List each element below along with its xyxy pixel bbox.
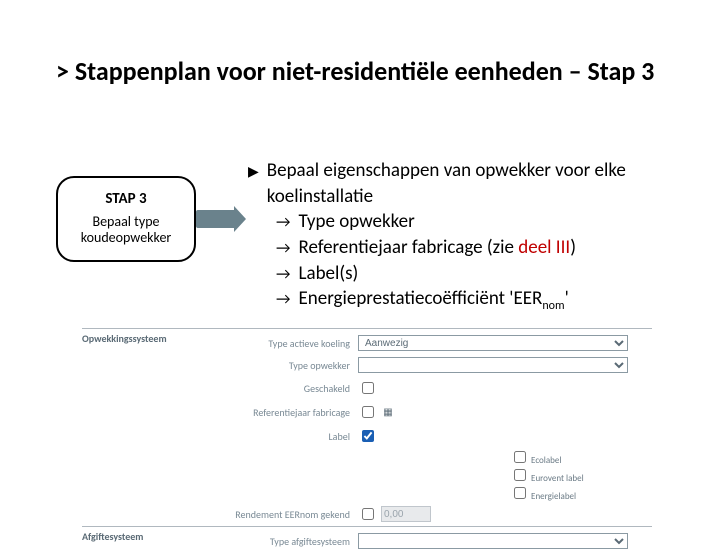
field-label-eer-known: Rendement EERnom gekend <box>210 508 358 521</box>
field-label-cooling-type: Type actieve koeling <box>210 337 358 350</box>
select-generator-type[interactable] <box>358 357 628 373</box>
arrow-right-icon: → <box>276 286 290 314</box>
sub-item-year: Referentiejaar fabricage (zie deel III) <box>298 235 575 261</box>
field-label-reference-year: Referentiejaar fabricage <box>210 406 358 419</box>
step-label: STAP 3 <box>64 190 188 208</box>
select-cooling-type[interactable]: Aanwezig <box>358 335 628 351</box>
field-label-generator-type: Type opwekker <box>210 359 358 372</box>
calendar-icon[interactable]: ▦ <box>381 405 395 419</box>
step-box: STAP 3 Bepaal type koudeopwekker <box>56 176 196 262</box>
field-label-linked: Geschakeld <box>210 382 358 395</box>
step-desc: Bepaal type koudeopwekker <box>64 214 188 246</box>
label-eurovent: Eurovent label <box>531 473 584 484</box>
arrow-right-icon: → <box>276 209 290 235</box>
label-energielabel: Energielabel <box>531 491 576 502</box>
checkbox-eurovent[interactable] <box>514 469 526 481</box>
section-header-emission: Afgiftesysteem <box>82 530 210 552</box>
checkbox-year-known[interactable] <box>362 406 374 418</box>
field-label-label: Label <box>210 430 358 443</box>
bullet-lead: Bepaal eigenschappen van opwekker voor e… <box>267 158 696 209</box>
select-emission-type[interactable] <box>358 533 628 549</box>
arrow-right-icon: → <box>276 261 290 287</box>
arrow-connector <box>196 206 244 230</box>
checkbox-label[interactable] <box>362 430 374 442</box>
section-header-generation: Opwekkingssysteem <box>82 332 210 526</box>
field-label-emission-type: Type afgiftesysteem <box>210 535 358 548</box>
checkbox-linked[interactable] <box>362 382 374 394</box>
page-title: > Stappenplan voor niet-residentiële een… <box>56 56 664 87</box>
checkbox-eer-known[interactable] <box>362 508 374 520</box>
form-screenshot: Opwekkingssysteem Type actieve koeling A… <box>82 328 652 552</box>
triangle-bullet-icon: ▶ <box>248 158 259 209</box>
input-eer-value <box>381 506 431 522</box>
checkbox-ecolabel[interactable] <box>514 451 526 463</box>
sub-item-labels: Label(s) <box>298 261 358 287</box>
arrow-right-icon: → <box>276 235 290 261</box>
bullet-list: ▶ Bepaal eigenschappen van opwekker voor… <box>244 158 696 314</box>
label-ecolabel: Ecolabel <box>531 455 561 466</box>
sub-item-eer: Energieprestatiecoëfficiënt 'EERnom' <box>298 286 568 314</box>
sub-item-type: Type opwekker <box>298 209 414 235</box>
content-area: STAP 3 Bepaal type koudeopwekker ▶ Bepaa… <box>56 158 696 314</box>
checkbox-energielabel[interactable] <box>514 487 526 499</box>
link-deel-iii: deel III <box>518 236 570 259</box>
